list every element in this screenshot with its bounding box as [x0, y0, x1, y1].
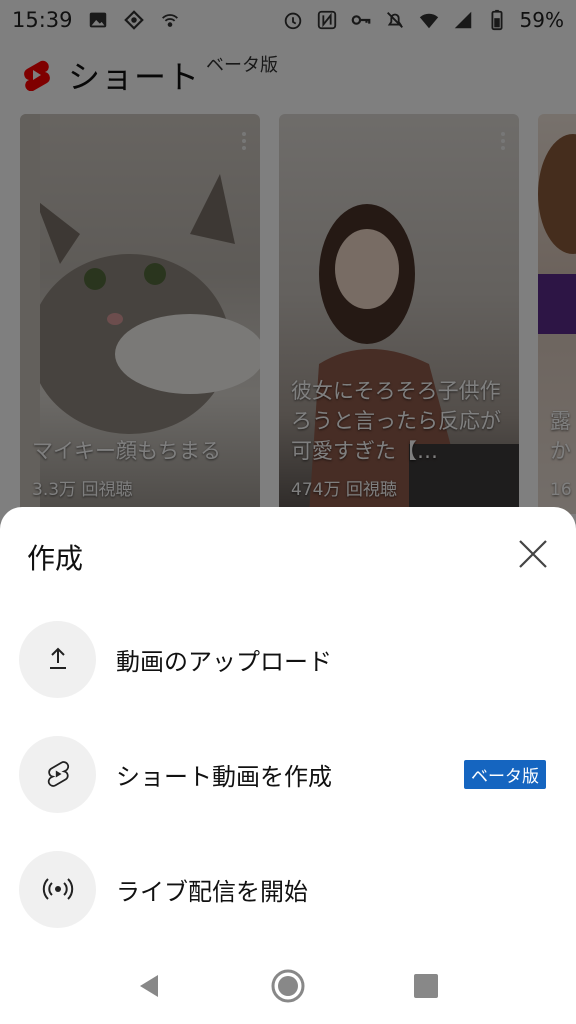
- home-icon: [271, 969, 305, 1003]
- close-button[interactable]: [516, 537, 550, 571]
- home-button[interactable]: [270, 968, 306, 1004]
- upload-video-label: 動画のアップロード: [116, 647, 332, 676]
- go-live-item[interactable]: ライブ配信を開始: [0, 839, 576, 939]
- sheet-title: 作成: [27, 542, 84, 575]
- beta-badge: ベータ版: [464, 759, 546, 789]
- create-short-label: ショート動画を作成: [116, 762, 332, 791]
- create-bottom-sheet: 作成 動画のアップロード ショート動画を作成 ベータ版 ライブ配信を開始: [0, 507, 576, 1024]
- close-icon: [519, 540, 547, 568]
- upload-icon: [19, 620, 96, 698]
- create-short-item[interactable]: ショート動画を作成 ベータ版: [0, 724, 576, 824]
- live-icon: [19, 850, 96, 928]
- recents-button[interactable]: [408, 968, 444, 1004]
- system-nav-bar: [0, 948, 576, 1024]
- back-icon: [140, 975, 158, 997]
- go-live-label: ライブ配信を開始: [116, 877, 308, 906]
- upload-video-item[interactable]: 動画のアップロード: [0, 609, 576, 709]
- recents-icon: [414, 974, 438, 998]
- back-button[interactable]: [130, 968, 166, 1004]
- shorts-icon: [19, 735, 96, 813]
